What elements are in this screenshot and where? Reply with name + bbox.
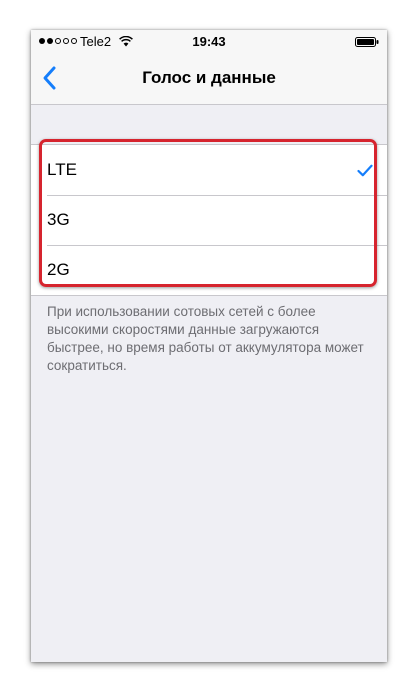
option-label: 2G [47,260,70,279]
option-label: LTE [47,160,77,179]
checkmark-icon [357,164,373,177]
network-options-list: LTE 3G 2G [31,144,387,296]
navigation-bar: Голос и данные [31,52,387,105]
battery-icon [355,37,379,47]
option-3g[interactable]: 3G [31,195,387,245]
page-title: Голос и данные [142,68,276,87]
phone-screen: Tele2 19:43 Голос и данные LTE 3G 2G При… [31,30,387,662]
option-label: 3G [47,210,70,229]
footer-note: При использовании сотовых сетей с более … [47,304,364,373]
status-bar: Tele2 19:43 [31,30,387,52]
option-2g[interactable]: 2G [31,245,387,295]
option-lte[interactable]: LTE [31,145,387,195]
status-time: 19:43 [192,34,226,49]
